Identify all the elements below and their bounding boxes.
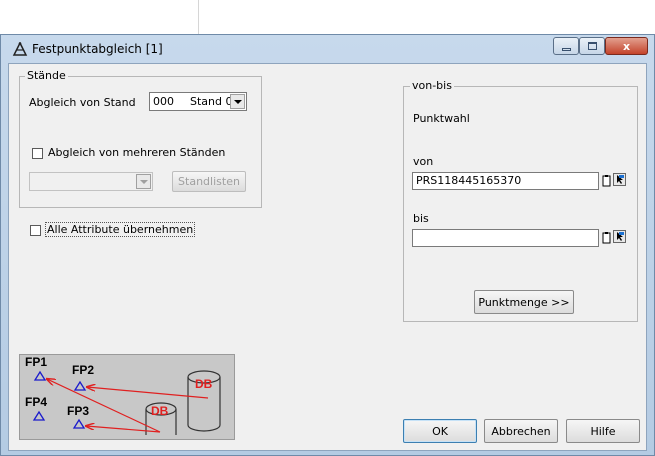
chevron-down-icon[interactable] [136,174,151,189]
von-bis-group-label: von-bis [410,79,454,92]
alle-attribute-label[interactable]: Alle Attribute übernehmen [45,222,196,237]
bis-input[interactable] [412,229,599,247]
window-title: Festpunktabgleich [1] [32,42,163,56]
clipboard-icon [602,174,611,186]
stand-name: Stand 0 [190,95,230,108]
fp1-label: FP1 [25,355,47,369]
fp2-label: FP2 [72,363,94,377]
stand-list-select[interactable] [29,172,153,191]
app-icon [12,42,28,56]
dialog-window: Festpunktabgleich [1] x Stände Abgleich … [0,34,655,456]
von-pick-button[interactable] [613,173,626,186]
fp4-label: FP4 [25,395,47,409]
db2-label: DB [151,404,169,418]
close-icon: x [622,39,631,53]
clipboard-icon [602,231,611,243]
bis-list-button[interactable] [600,231,613,244]
ok-button[interactable]: OK [403,419,477,443]
pointer-pick-icon [617,175,624,184]
chevron-down-icon[interactable] [230,94,245,109]
punktmenge-button[interactable]: Punktmenge >> [474,290,574,314]
arrow-db1-fp2 [87,387,209,399]
db1-label: DB [195,377,213,391]
fp2-triangle-icon [73,380,87,391]
mehrere-staende-label[interactable]: Abgleich von mehreren Ständen [48,146,225,159]
illustration-panel: FP1 FP2 FP4 FP3 DB DB [19,354,235,440]
bis-label: bis [413,212,429,225]
punktwahl-label: Punktwahl [413,112,470,125]
database-icon: DB [145,402,177,435]
arrow-db2-fp1 [47,379,161,433]
minimize-button[interactable] [553,37,579,55]
fp3-triangle-icon [72,418,86,429]
fp1-triangle-icon [33,370,47,381]
stand-select[interactable]: 000 Stand 0 [149,92,247,111]
fp4-triangle-icon [32,410,46,421]
bis-pick-button[interactable] [613,230,626,243]
title-bar[interactable]: Festpunktabgleich [1] x [2,36,653,62]
abgleich-von-stand-label: Abgleich von Stand [29,96,136,109]
mehrere-staende-checkbox[interactable] [32,148,43,159]
hilfe-button[interactable]: Hilfe [566,419,640,443]
alle-attribute-checkbox[interactable] [30,225,41,236]
pointer-pick-icon [617,232,624,241]
festpunkt-diagram: FP1 FP2 FP4 FP3 DB DB [25,355,221,435]
maximize-button[interactable] [579,37,605,55]
stand-number: 000 [153,95,174,108]
minimize-icon [561,47,571,51]
close-button[interactable]: x [605,37,648,55]
background-window-strip [0,0,199,35]
fp3-label: FP3 [67,404,89,418]
standlisten-button[interactable]: Standlisten [172,171,246,192]
von-list-button[interactable] [600,174,613,187]
dialog-client-area: Stände Abgleich von Stand 000 Stand 0 Ab… [8,63,647,451]
database-icon: DB [187,370,221,432]
von-label: von [413,155,434,168]
von-input[interactable]: PRS118445165370 [412,172,599,190]
maximize-icon [587,42,597,50]
staende-group-label: Stände [25,69,68,82]
abbrechen-button[interactable]: Abbrechen [484,419,558,443]
